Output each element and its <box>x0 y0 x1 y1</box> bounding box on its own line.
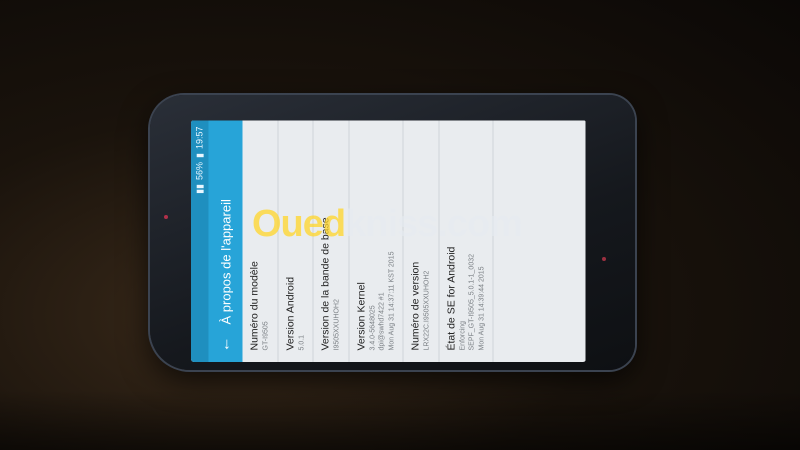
battery-icon: ▮ <box>194 153 204 158</box>
status-bar: ▮▮ 56% ▮ 19:57 <box>191 120 209 362</box>
page-title: À propos de l'appareil <box>218 199 233 325</box>
clock: 19:57 <box>194 126 205 150</box>
home-sensor <box>602 257 606 261</box>
arrow-left-icon[interactable]: ← <box>217 337 234 353</box>
app-bar: ← À propos de l'appareil <box>208 120 243 362</box>
battery-level: 56% <box>194 161 205 180</box>
front-camera <box>164 215 168 219</box>
watermark-logo: Ouedkniss.com <box>252 203 523 245</box>
signal-icon: ▮▮ <box>194 184 204 194</box>
table-surface <box>0 390 800 450</box>
